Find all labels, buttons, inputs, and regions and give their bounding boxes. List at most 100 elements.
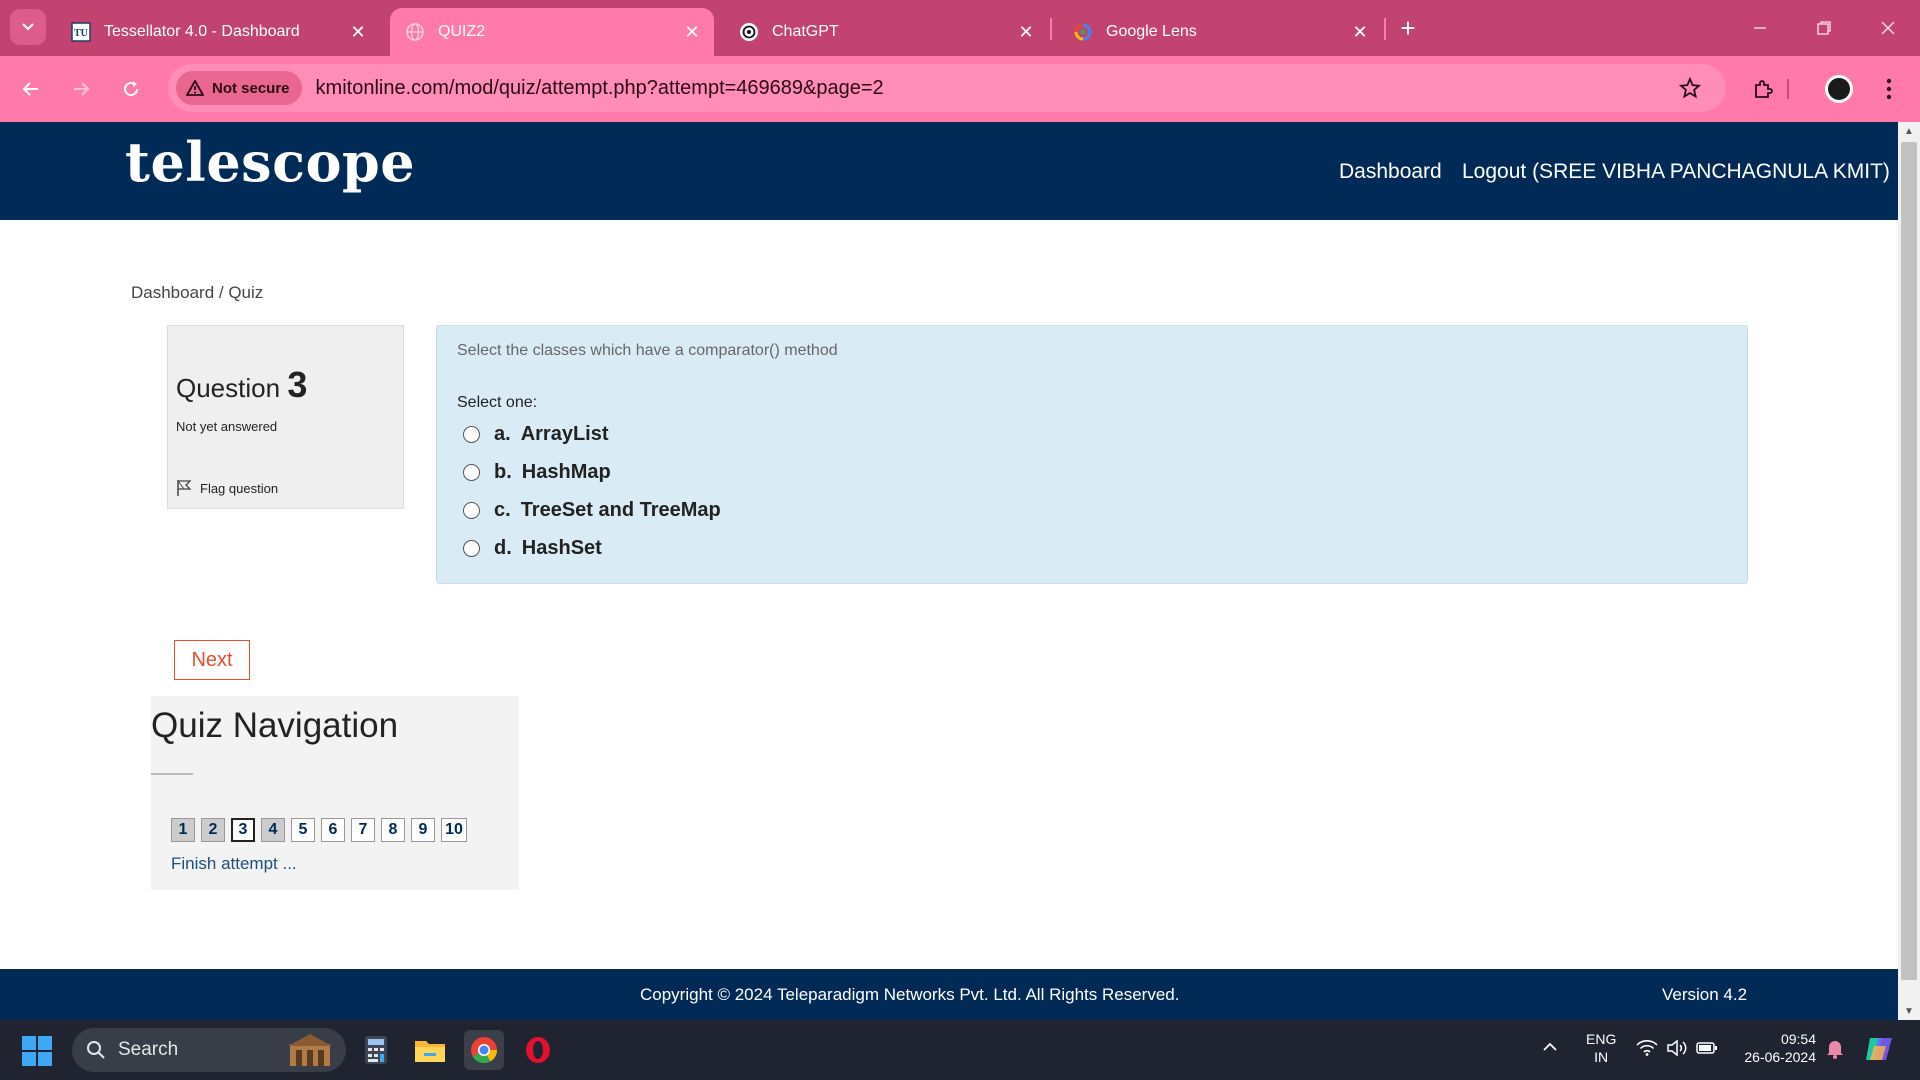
breadcrumb[interactable]: Dashboard / Quiz (131, 283, 263, 303)
reload-icon[interactable] (114, 72, 148, 106)
quiz-nav-question-5[interactable]: 5 (291, 818, 315, 842)
browser-toolbar: Not secure kmitonline.com/mod/quiz/attem… (0, 56, 1920, 122)
version-text: Version 4.2 (1662, 985, 1748, 1004)
title-underline (151, 773, 193, 775)
not-secure-chip[interactable]: Not secure (176, 71, 302, 105)
radio-button[interactable] (463, 464, 480, 481)
tessellator-favicon-icon: TU (70, 21, 92, 43)
tab-chatgpt[interactable]: ChatGPT ✕ (724, 8, 1048, 56)
tab-title: Tessellator 4.0 - Dashboard (104, 23, 300, 40)
search-label: Search (118, 1039, 179, 1060)
kebab-menu-icon[interactable] (1872, 72, 1906, 106)
os-taskbar: Search ENG IN 09:54 26-06-2024 (0, 1020, 1920, 1080)
tab-tessellator[interactable]: TU Tessellator 4.0 - Dashboard ✕ (56, 8, 380, 56)
close-tab-icon[interactable]: ✕ (1346, 18, 1374, 46)
finish-attempt-link[interactable]: Finish attempt ... (171, 854, 297, 874)
question-label: Question (176, 373, 281, 403)
opera-app-icon[interactable] (518, 1030, 558, 1070)
tab-google-lens[interactable]: Google Lens ✕ (1058, 8, 1382, 56)
select-one-prompt: Select one: (457, 394, 538, 411)
quiz-nav-question-2[interactable]: 2 (201, 818, 225, 842)
quiz-navigation-title: Quiz Navigation (151, 706, 399, 745)
next-button[interactable]: Next (174, 640, 250, 680)
back-arrow-icon[interactable] (14, 72, 48, 106)
question-number: 3 (287, 364, 308, 405)
scroll-down-arrow-icon[interactable]: ▼ (1898, 1002, 1920, 1020)
option-text: ArrayList (520, 423, 609, 445)
question-status: Not yet answered (176, 419, 278, 434)
option-text: HashSet (521, 537, 602, 559)
nav-logout-link[interactable]: Logout (SREE VIBHA PANCHAGNULA KMIT) (1462, 160, 1890, 184)
tab-separator (1384, 18, 1386, 40)
answer-option-b[interactable]: b. HashMap (463, 461, 611, 484)
profile-avatar-icon[interactable] (1822, 72, 1856, 106)
option-text: TreeSet and TreeMap (520, 499, 721, 521)
new-tab-plus-icon[interactable]: + (1392, 12, 1424, 44)
clock[interactable]: 09:54 26-06-2024 (1736, 1030, 1816, 1066)
site-header: telescope Dashboard Logout (SREE VIBHA P… (0, 122, 1898, 220)
radio-button[interactable] (463, 502, 480, 519)
scrollbar-thumb[interactable] (1901, 142, 1917, 980)
search-highlight-temple-icon (288, 1034, 332, 1066)
google-lens-favicon-icon (1072, 21, 1094, 43)
tab-search-button[interactable] (10, 9, 46, 45)
radio-button[interactable] (463, 426, 480, 443)
toolbar-divider (1784, 72, 1792, 106)
chrome-app-icon[interactable] (464, 1030, 504, 1070)
option-letter: a. (494, 423, 511, 445)
page-scrollbar[interactable]: ▲ ▼ (1898, 122, 1920, 1020)
forward-arrow-icon[interactable] (64, 72, 98, 106)
bookmark-star-icon[interactable] (1676, 74, 1704, 102)
windows-start-icon[interactable] (22, 1036, 52, 1066)
restore-icon[interactable] (1804, 10, 1844, 46)
question-heading: Question 3 (176, 364, 307, 406)
option-letter: d. (494, 537, 512, 559)
address-bar[interactable]: Not secure kmitonline.com/mod/quiz/attem… (168, 64, 1726, 112)
battery-icon[interactable] (1696, 1041, 1718, 1059)
globe-favicon-icon (404, 21, 426, 43)
quiz-nav-question-7[interactable]: 7 (351, 818, 375, 842)
flag-question-button[interactable]: Flag question (176, 479, 278, 497)
volume-icon[interactable] (1666, 1039, 1688, 1060)
not-secure-label: Not secure (212, 79, 290, 97)
quiz-nav-question-8[interactable]: 8 (381, 818, 405, 842)
quiz-navigation-panel: Quiz Navigation 1 2 3 4 5 6 7 8 9 10 Fin… (151, 696, 519, 890)
show-hidden-icons-chevron-icon[interactable] (1542, 1038, 1558, 1056)
answer-option-c[interactable]: c. TreeSet and TreeMap (463, 499, 721, 522)
search-icon (87, 1041, 105, 1059)
extensions-puzzle-icon[interactable] (1746, 72, 1780, 106)
wifi-icon[interactable] (1636, 1040, 1658, 1060)
clock-date: 26-06-2024 (1744, 1049, 1816, 1065)
close-tab-icon[interactable]: ✕ (678, 18, 706, 46)
quiz-nav-question-10[interactable]: 10 (441, 818, 467, 842)
tab-title: QUIZ2 (438, 23, 486, 40)
question-content-box: Select the classes which have a comparat… (436, 325, 1748, 584)
close-tab-icon[interactable]: ✕ (1012, 18, 1040, 46)
language-indicator[interactable]: ENG IN (1586, 1030, 1616, 1066)
clock-time: 09:54 (1780, 1031, 1816, 1047)
quiz-nav-question-3[interactable]: 3 (231, 818, 255, 842)
close-window-icon[interactable] (1868, 10, 1908, 46)
quiz-nav-question-1[interactable]: 1 (171, 818, 195, 842)
radio-button[interactable] (463, 540, 480, 557)
site-logo[interactable]: telescope (125, 130, 415, 194)
flag-icon (177, 480, 192, 496)
tab-quiz2[interactable]: QUIZ2 ✕ (390, 8, 714, 56)
nav-dashboard-link[interactable]: Dashboard (1339, 160, 1442, 184)
tab-separator (1050, 18, 1052, 40)
notification-bell-icon[interactable] (1826, 1039, 1844, 1063)
quiz-nav-question-9[interactable]: 9 (411, 818, 435, 842)
copilot-icon[interactable] (1864, 1034, 1894, 1068)
answer-option-a[interactable]: a. ArrayList (463, 423, 609, 446)
file-explorer-icon[interactable] (410, 1030, 450, 1070)
url-text[interactable]: kmitonline.com/mod/quiz/attempt.php?atte… (316, 77, 884, 100)
option-letter: b. (494, 461, 512, 483)
close-tab-icon[interactable]: ✕ (344, 18, 372, 46)
calculator-app-icon[interactable] (356, 1030, 396, 1070)
quiz-nav-question-4[interactable]: 4 (261, 818, 285, 842)
answer-option-d[interactable]: d. HashSet (463, 537, 602, 560)
minimize-icon[interactable] (1740, 10, 1780, 46)
scroll-up-arrow-icon[interactable]: ▲ (1898, 122, 1920, 140)
taskbar-search-box[interactable]: Search (72, 1028, 346, 1072)
quiz-nav-question-6[interactable]: 6 (321, 818, 345, 842)
